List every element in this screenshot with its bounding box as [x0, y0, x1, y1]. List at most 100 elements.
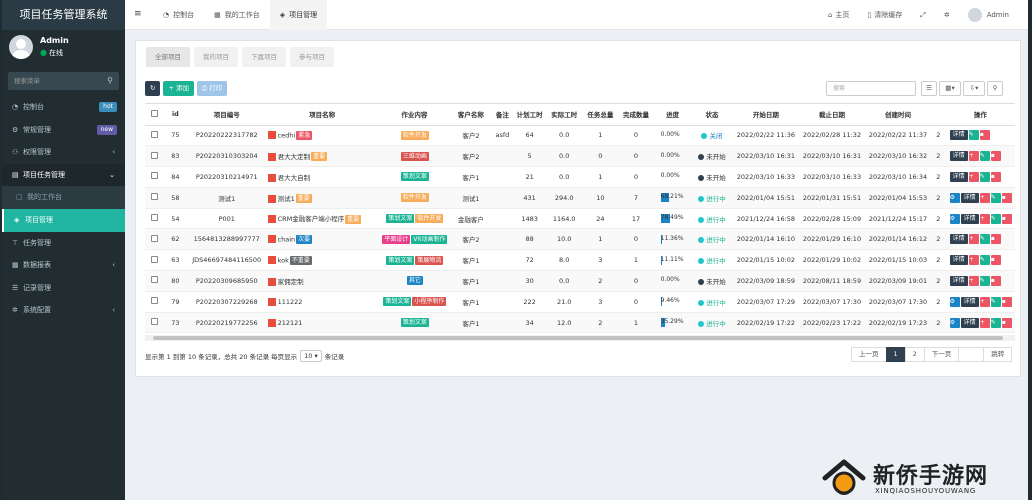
detail-button[interactable]: 详情: [949, 275, 968, 286]
row-checkbox[interactable]: [150, 297, 158, 305]
jump-button[interactable]: 跳转: [983, 347, 1013, 362]
add-task-button[interactable]: +: [968, 171, 979, 182]
delete-button[interactable]: ▪: [1001, 296, 1012, 307]
detail-button[interactable]: 详情: [949, 171, 968, 182]
project-name[interactable]: 测试1: [278, 195, 295, 203]
add-task-button[interactable]: +: [979, 317, 990, 328]
edit-button[interactable]: ✎: [979, 255, 990, 266]
project-name-cell[interactable]: 君大大自制: [266, 166, 378, 188]
sidebar-item[interactable]: ▤ 项目任务管理 ⌄: [2, 163, 125, 187]
sidebar-item[interactable]: ⚙ 常规管理 new: [2, 119, 125, 142]
row-checkbox[interactable]: [150, 214, 158, 222]
delete-button[interactable]: ▪: [990, 171, 1001, 182]
table-row[interactable]: 58 测试1 测试1 重要 软件开发 测试1 431 294.0 10 7 68.21% 进行中 202…: [145, 187, 1015, 209]
column-header[interactable]: id: [163, 104, 187, 126]
table-row[interactable]: 79 P20220307229268 111222 策划文案 小程序制作 客户1 222 21…: [145, 291, 1015, 313]
settings-button[interactable]: ⚙: [949, 192, 960, 203]
project-name[interactable]: 君大大自制: [278, 174, 311, 182]
delete-button[interactable]: ▪: [990, 275, 1001, 286]
column-header[interactable]: 完成数量: [617, 104, 655, 126]
table-row[interactable]: 63 JDS46697484116500 kok 不重要 策划文案 策展物流 客户1 72 8.…: [145, 249, 1015, 272]
detail-button[interactable]: 详情: [949, 255, 968, 266]
delete-button[interactable]: ▪: [1001, 192, 1012, 203]
refresh-button[interactable]: ↻: [145, 81, 161, 96]
column-header[interactable]: 操作: [945, 104, 1015, 126]
sidebar-search-input[interactable]: 搜索菜单 ⚲: [8, 72, 119, 90]
row-checkbox[interactable]: [150, 151, 158, 159]
settings-button[interactable]: ⚙: [949, 317, 960, 328]
column-header[interactable]: 任务总量: [583, 104, 618, 126]
horizontal-scrollbar[interactable]: [145, 335, 1015, 341]
column-header[interactable]: 实际工时: [545, 104, 584, 126]
sidebar-item[interactable]: ◈ 项目管理: [2, 208, 125, 232]
scrollbar-thumb[interactable]: [153, 336, 1003, 340]
column-header[interactable]: 状态: [690, 104, 733, 126]
table-row[interactable]: 83 P20220310303204 君大大定制 重要 三维动画 客户2 5 0.0 0 0 0.0…: [145, 145, 1015, 168]
next-page-button[interactable]: 下一页: [923, 347, 960, 362]
detail-button[interactable]: 详情: [949, 130, 968, 141]
project-name-cell[interactable]: cedhi 紧急: [266, 125, 378, 147]
row-checkbox[interactable]: [150, 130, 158, 138]
column-header[interactable]: 进度: [654, 104, 691, 126]
edit-button[interactable]: ✎: [979, 275, 990, 286]
add-task-button[interactable]: +: [968, 275, 979, 286]
column-header[interactable]: 开始日期: [732, 104, 799, 126]
content-tab[interactable]: 我的项目: [194, 47, 238, 67]
row-checkbox[interactable]: [150, 234, 158, 242]
add-task-button[interactable]: +: [968, 151, 979, 162]
edit-button[interactable]: ✎: [968, 130, 979, 141]
column-header[interactable]: 备注: [490, 104, 514, 126]
add-task-button[interactable]: +: [968, 234, 979, 245]
columns-dropdown[interactable]: ▦▾: [939, 81, 961, 96]
add-task-button[interactable]: +: [979, 296, 990, 307]
delete-button[interactable]: ▪: [990, 151, 1001, 162]
detail-button[interactable]: 详情: [949, 234, 968, 245]
project-name[interactable]: 家佣定制: [278, 278, 304, 286]
page-button[interactable]: 1: [885, 347, 906, 362]
sidebar-toggle-icon[interactable]: ≡: [134, 9, 142, 19]
project-name-cell[interactable]: 212121: [266, 312, 378, 334]
clear-cache-link[interactable]: ▯ 清除缓存: [858, 10, 911, 20]
jump-page-input[interactable]: [958, 347, 985, 362]
table-row[interactable]: 54 P001 CRM金融客户端小程序 重要 策划文案 软件开发 金融客户 1483 1164.…: [145, 208, 1015, 230]
settings-button[interactable]: ⚙: [949, 296, 960, 307]
column-header[interactable]: 计划工时: [513, 104, 546, 126]
row-checkbox[interactable]: [150, 276, 158, 284]
detail-button[interactable]: 详情: [949, 151, 968, 162]
row-checkbox[interactable]: [150, 318, 158, 326]
column-header[interactable]: [931, 104, 946, 126]
avatar[interactable]: [9, 35, 33, 59]
sidebar-item[interactable]: ◔ 控制台 hot: [2, 96, 125, 119]
column-header[interactable]: 项目编号: [186, 104, 267, 126]
project-name-cell[interactable]: 君大大定制 重要: [266, 145, 378, 168]
project-name[interactable]: 212121: [278, 319, 303, 327]
user-menu[interactable]: Admin: [959, 8, 1018, 22]
edit-button[interactable]: ✎: [990, 317, 1001, 328]
row-checkbox[interactable]: [150, 172, 158, 180]
detail-button[interactable]: 详情: [960, 192, 979, 203]
column-header[interactable]: 作业内容: [377, 104, 452, 126]
select-all-checkbox[interactable]: [150, 109, 158, 117]
page-tab[interactable]: ◈ 项目管理: [269, 0, 328, 30]
sidebar-item[interactable]: ✲ 系统配置 ‹: [2, 299, 125, 322]
edit-button[interactable]: ✎: [990, 296, 1001, 307]
row-checkbox[interactable]: [150, 193, 158, 201]
settings-button[interactable]: ✲: [935, 11, 959, 19]
fullscreen-button[interactable]: ⤢: [911, 11, 935, 20]
edit-button[interactable]: ✎: [990, 213, 1001, 224]
delete-button[interactable]: ▪: [990, 234, 1001, 245]
project-name[interactable]: 君大大定制: [278, 153, 311, 161]
edit-button[interactable]: ✎: [979, 151, 990, 162]
export-dropdown[interactable]: ⇩▾: [963, 81, 985, 96]
table-row[interactable]: 75 P20220222317782 cedhi 紧急 软件开发 客户2 asfd 64 0.0…: [145, 125, 1015, 147]
add-task-button[interactable]: +: [979, 213, 990, 224]
add-button[interactable]: + 添加: [163, 81, 194, 96]
delete-button[interactable]: ▪: [990, 255, 1001, 266]
home-link[interactable]: ⌂ 主页: [819, 10, 858, 20]
prev-page-button[interactable]: 上一页: [851, 347, 887, 362]
detail-button[interactable]: 详情: [960, 296, 979, 307]
table-search-input[interactable]: 搜索: [826, 81, 916, 96]
project-name[interactable]: 111222: [278, 298, 303, 306]
edit-button[interactable]: ✎: [979, 171, 990, 182]
page-size-select[interactable]: 10 ▾: [300, 350, 322, 362]
